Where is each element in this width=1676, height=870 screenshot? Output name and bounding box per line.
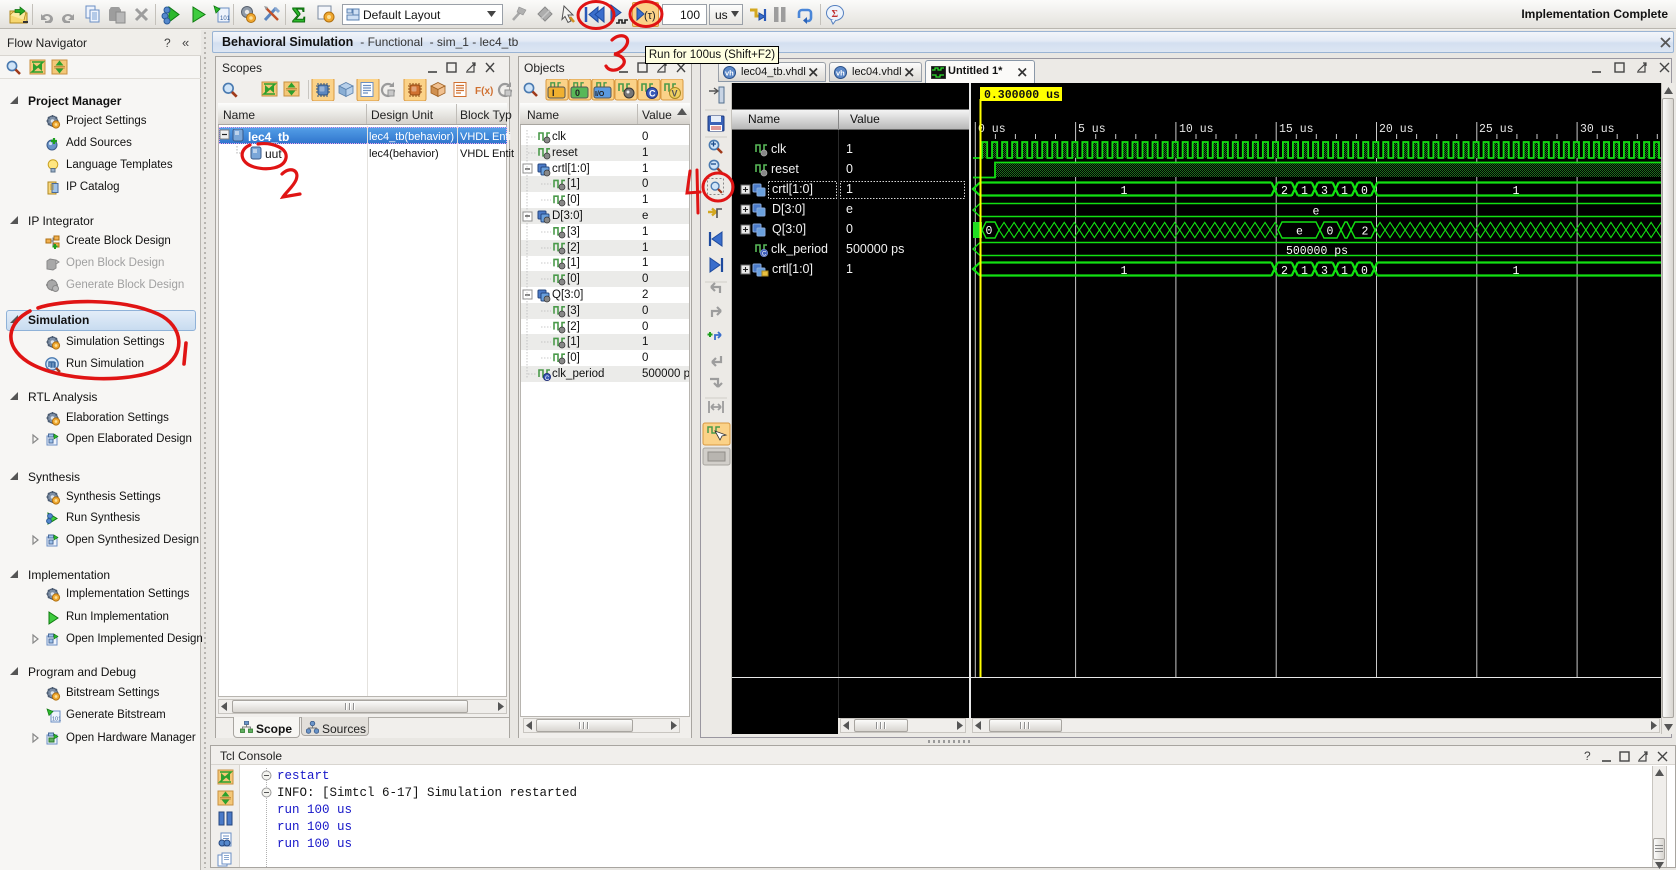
svg-text:0: 0 [1361, 185, 1368, 198]
svg-text:0 us: 0 us [978, 123, 1006, 136]
svg-text:Σ: Σ [292, 3, 306, 26]
svg-text:3: 3 [1321, 265, 1328, 278]
svg-text:vh: vh [836, 69, 845, 78]
svg-text:1: 1 [1341, 265, 1348, 278]
svg-text:e: e [1313, 206, 1320, 219]
svg-text:10 us: 10 us [1179, 123, 1214, 136]
svg-text:25 us: 25 us [1479, 123, 1514, 136]
svg-text:e: e [1296, 226, 1303, 239]
svg-text:0: 0 [1361, 265, 1368, 278]
svg-text:1: 1 [1301, 185, 1308, 198]
svg-text:(τ): (τ) [644, 10, 656, 22]
svg-text:0: 0 [575, 88, 580, 98]
svg-text:I: I [552, 88, 555, 98]
svg-text:2: 2 [1281, 265, 1288, 278]
svg-text:15 us: 15 us [1279, 123, 1314, 136]
svg-text:vh: vh [725, 69, 734, 78]
svg-text:3: 3 [1321, 185, 1328, 198]
svg-text:Σ: Σ [832, 9, 839, 20]
svg-text:1: 1 [1301, 265, 1308, 278]
svg-text:0: 0 [986, 225, 993, 238]
svg-text:1: 1 [1121, 265, 1128, 278]
svg-text:20 us: 20 us [1379, 123, 1414, 136]
svg-text:500000 ps: 500000 ps [1286, 245, 1348, 258]
svg-text:101: 101 [220, 16, 231, 22]
svg-text:F(x): F(x) [475, 86, 493, 97]
svg-text:2: 2 [1281, 185, 1288, 198]
svg-text:0: 0 [1327, 226, 1334, 239]
svg-text:1: 1 [1513, 265, 1520, 278]
svg-text:V: V [672, 89, 678, 99]
svg-text:C: C [649, 89, 656, 99]
svg-text:I/O: I/O [595, 91, 605, 98]
svg-text:1: 1 [1121, 185, 1128, 198]
svg-text:0.300000 us: 0.300000 us [984, 89, 1060, 102]
svg-text:5 us: 5 us [1078, 123, 1106, 136]
svg-text:2: 2 [1362, 226, 1369, 239]
svg-text:1: 1 [1341, 185, 1348, 198]
svg-text:1: 1 [1513, 185, 1520, 198]
svg-text:30 us: 30 us [1580, 123, 1615, 136]
